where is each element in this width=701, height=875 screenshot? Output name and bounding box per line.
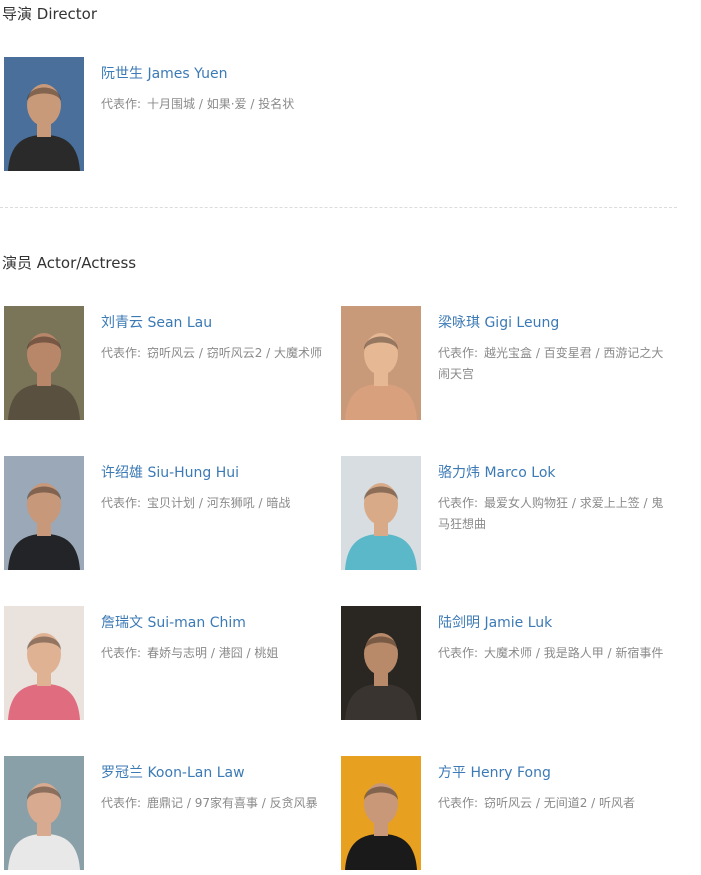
actor-works: 代表作: 春娇与志明 / 港囧 / 桃姐 — [101, 643, 335, 664]
works-label: 代表作: — [101, 796, 142, 810]
works-list: 宝贝计划 / 河东狮吼 / 暗战 — [147, 496, 291, 510]
works-label: 代表作: — [101, 646, 142, 660]
actor-card: 刘青云 Sean Lau 代表作: 窃听风云 / 窃听风云2 / 大魔术师 — [0, 306, 337, 422]
actor-name-link[interactable]: 梁咏琪 Gigi Leung — [438, 314, 559, 332]
works-list: 窃听风云 / 无间道2 / 听风者 — [484, 796, 636, 810]
actor-photo[interactable] — [4, 606, 84, 720]
actor-works: 代表作: 宝贝计划 / 河东狮吼 / 暗战 — [101, 493, 335, 514]
actor-works: 代表作: 窃听风云 / 无间道2 / 听风者 — [438, 793, 672, 814]
actor-section-title: 演员 Actor/Actress — [2, 254, 137, 272]
actor-photo[interactable] — [4, 456, 84, 570]
actor-card: 梁咏琪 Gigi Leung 代表作: 越光宝盒 / 百变星君 / 西游记之大闹天… — [337, 306, 674, 422]
director-section-title: 导演 Director — [2, 5, 98, 23]
actor-works: 代表作: 大魔术师 / 我是路人甲 / 新宿事件 — [438, 643, 672, 664]
works-list: 春娇与志明 / 港囧 / 桃姐 — [147, 646, 279, 660]
actor-card: 罗冠兰 Koon-Lan Law 代表作: 鹿鼎记 / 97家有喜事 / 反贪风暴 — [0, 756, 337, 872]
works-label: 代表作: — [438, 796, 479, 810]
actor-photo[interactable] — [4, 756, 84, 870]
actor-photo[interactable] — [341, 306, 421, 420]
actor-name-link[interactable]: 陆剑明 Jamie Luk — [438, 614, 552, 632]
director-photo[interactable] — [4, 57, 84, 171]
actor-name-link[interactable]: 詹瑞文 Sui-man Chim — [101, 614, 246, 632]
actor-photo[interactable] — [341, 606, 421, 720]
actor-card: 方平 Henry Fong 代表作: 窃听风云 / 无间道2 / 听风者 — [337, 756, 674, 872]
actor-photo[interactable] — [341, 756, 421, 870]
actor-card: 许绍雄 Siu-Hung Hui 代表作: 宝贝计划 / 河东狮吼 / 暗战 — [0, 456, 337, 572]
actor-card: 陆剑明 Jamie Luk 代表作: 大魔术师 / 我是路人甲 / 新宿事件 — [337, 606, 674, 722]
actor-card: 詹瑞文 Sui-man Chim 代表作: 春娇与志明 / 港囧 / 桃姐 — [0, 606, 337, 722]
works-label: 代表作: — [101, 496, 142, 510]
works-label: 代表作: — [438, 496, 479, 510]
actor-name-link[interactable]: 骆力炜 Marco Lok — [438, 464, 556, 482]
works-label: 代表作: — [438, 646, 479, 660]
actor-works: 代表作: 窃听风云 / 窃听风云2 / 大魔术师 — [101, 343, 335, 364]
actor-name-link[interactable]: 许绍雄 Siu-Hung Hui — [101, 464, 239, 482]
works-list: 鹿鼎记 / 97家有喜事 / 反贪风暴 — [147, 796, 318, 810]
section-divider — [0, 207, 677, 208]
works-list: 大魔术师 / 我是路人甲 / 新宿事件 — [484, 646, 664, 660]
works-list: 窃听风云 / 窃听风云2 / 大魔术师 — [147, 346, 323, 360]
director-name-link[interactable]: 阮世生 James Yuen — [101, 65, 227, 83]
works-list: 十月围城 / 如果·爱 / 投名状 — [147, 97, 295, 111]
works-label: 代表作: — [438, 346, 479, 360]
actor-works: 代表作: 越光宝盒 / 百变星君 / 西游记之大闹天宫 — [438, 343, 672, 385]
actor-card: 骆力炜 Marco Lok 代表作: 最爱女人购物狂 / 求爱上上签 / 鬼马狂想… — [337, 456, 674, 572]
director-card: 阮世生 James Yuen 代表作: 十月围城 / 如果·爱 / 投名状 — [0, 57, 337, 173]
works-label: 代表作: — [101, 97, 142, 111]
works-label: 代表作: — [101, 346, 142, 360]
actor-works: 代表作: 鹿鼎记 / 97家有喜事 / 反贪风暴 — [101, 793, 335, 814]
actor-name-link[interactable]: 罗冠兰 Koon-Lan Law — [101, 764, 245, 782]
director-works: 代表作: 十月围城 / 如果·爱 / 投名状 — [101, 94, 335, 115]
actor-photo[interactable] — [4, 306, 84, 420]
actor-name-link[interactable]: 刘青云 Sean Lau — [101, 314, 212, 332]
actor-name-link[interactable]: 方平 Henry Fong — [438, 764, 551, 782]
actor-works: 代表作: 最爱女人购物狂 / 求爱上上签 / 鬼马狂想曲 — [438, 493, 672, 535]
actor-photo[interactable] — [341, 456, 421, 570]
